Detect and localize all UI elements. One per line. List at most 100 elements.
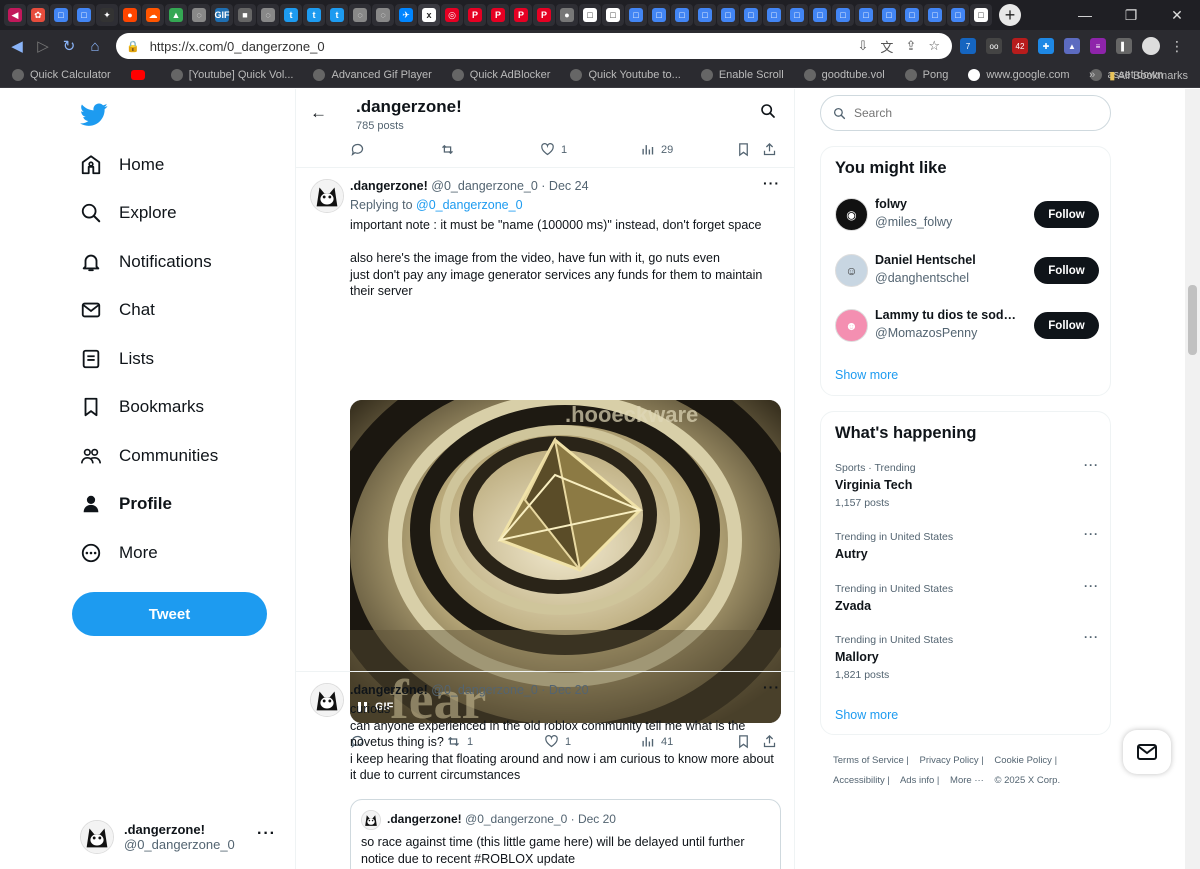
bookmark-post-button[interactable] bbox=[736, 142, 757, 157]
browser-tab[interactable]: ✈ bbox=[395, 4, 417, 26]
browser-tab[interactable]: ● bbox=[119, 4, 141, 26]
close-window-icon[interactable]: ✕ bbox=[1154, 7, 1200, 24]
browser-tab[interactable]: □ bbox=[970, 4, 992, 26]
browser-tab[interactable]: ◌ bbox=[349, 4, 371, 26]
browser-profile-avatar[interactable] bbox=[1142, 37, 1160, 55]
browser-tab[interactable]: P bbox=[533, 4, 555, 26]
messages-drawer-button[interactable] bbox=[1123, 730, 1171, 774]
reload-icon[interactable]: ↻ bbox=[56, 33, 82, 59]
tweet-date[interactable]: · Dec 20 bbox=[541, 683, 588, 697]
browser-tab[interactable]: ◌ bbox=[188, 4, 210, 26]
browser-tab[interactable]: □ bbox=[579, 4, 601, 26]
browser-tab[interactable]: □ bbox=[602, 4, 624, 26]
browser-tab[interactable]: □ bbox=[832, 4, 854, 26]
browser-tab[interactable]: P bbox=[510, 4, 532, 26]
browser-tab[interactable]: □ bbox=[625, 4, 647, 26]
bookmark-item[interactable]: goodtube.vol bbox=[803, 68, 885, 81]
extension-icon[interactable]: 7 bbox=[960, 38, 976, 54]
browser-tab[interactable]: ■ bbox=[234, 4, 256, 26]
browser-tab[interactable]: □ bbox=[763, 4, 785, 26]
back-arrow-icon[interactable]: ◀ bbox=[4, 33, 30, 59]
account-more-icon[interactable]: ··· bbox=[257, 825, 276, 843]
author-handle[interactable]: @0_dangerzone_0 bbox=[431, 683, 538, 697]
bookmark-item[interactable]: [Youtube] Quick Vol... bbox=[170, 68, 293, 81]
like-button[interactable]: 1 bbox=[540, 142, 567, 157]
views-button[interactable]: 29 bbox=[640, 142, 673, 157]
avatar[interactable] bbox=[310, 683, 344, 717]
trend-more-icon[interactable]: ··· bbox=[1084, 458, 1099, 472]
browser-tab[interactable]: ☁ bbox=[142, 4, 164, 26]
suggested-user[interactable]: ☺ Daniel Hentschel @danghentschel Follow bbox=[835, 251, 1099, 291]
browser-tab[interactable]: ● bbox=[556, 4, 578, 26]
translate-icon[interactable]: 文 bbox=[880, 37, 893, 56]
browser-tab[interactable]: □ bbox=[671, 4, 693, 26]
tweet-button[interactable]: Tweet bbox=[72, 592, 267, 636]
extension-icon[interactable]: 42 bbox=[1012, 38, 1028, 54]
search-box[interactable] bbox=[820, 95, 1111, 131]
browser-tab[interactable]: □ bbox=[878, 4, 900, 26]
trend-more-icon[interactable]: ··· bbox=[1084, 527, 1099, 541]
restore-icon[interactable]: ❐ bbox=[1108, 7, 1154, 24]
browser-tab[interactable]: □ bbox=[855, 4, 877, 26]
browser-tab[interactable]: □ bbox=[50, 4, 72, 26]
page-scrollbar[interactable] bbox=[1185, 89, 1200, 869]
browser-tab[interactable]: □ bbox=[947, 4, 969, 26]
extension-icon[interactable]: oo bbox=[986, 38, 1002, 54]
tweet-more-icon[interactable]: ··· bbox=[763, 175, 780, 191]
footer-link[interactable]: More ··· bbox=[950, 775, 984, 786]
browser-tab[interactable]: □ bbox=[694, 4, 716, 26]
bookmark-item[interactable]: Advanced Gif Player bbox=[313, 68, 432, 81]
trend-item[interactable]: Trending in United States Autry ··· bbox=[835, 527, 1099, 561]
browser-tab[interactable]: □ bbox=[648, 4, 670, 26]
bookmark-item[interactable]: www.google.com bbox=[968, 68, 1070, 81]
minimize-icon[interactable]: — bbox=[1062, 7, 1108, 23]
footer-link[interactable]: Cookie Policy | bbox=[994, 755, 1057, 766]
bookmark-item[interactable] bbox=[130, 69, 151, 81]
browser-tab[interactable]: ◌ bbox=[372, 4, 394, 26]
quoted-tweet[interactable]: .dangerzone! @0_dangerzone_0 · Dec 20 so… bbox=[350, 799, 781, 869]
browser-tab[interactable]: □ bbox=[786, 4, 808, 26]
browser-tab[interactable]: ◎ bbox=[441, 4, 463, 26]
nav-lists[interactable]: Lists bbox=[80, 344, 154, 374]
suggested-user[interactable]: ◉ folwy @miles_folwy Follow bbox=[835, 195, 1099, 235]
trend-more-icon[interactable]: ··· bbox=[1084, 630, 1099, 644]
browser-tab[interactable]: x bbox=[418, 4, 440, 26]
bookmark-item[interactable]: Quick Calculator bbox=[12, 68, 111, 81]
author-name[interactable]: .dangerzone! bbox=[350, 683, 428, 697]
all-bookmarks-folder[interactable]: ▮ All Bookmarks bbox=[1109, 69, 1188, 82]
nav-chat[interactable]: Chat bbox=[80, 295, 155, 325]
bookmark-item[interactable]: Quick AdBlocker bbox=[451, 68, 550, 81]
trend-item[interactable]: Trending in United States Mallory 1,821 … bbox=[835, 630, 1099, 681]
browser-tab[interactable]: ✿ bbox=[27, 4, 49, 26]
show-more-link[interactable]: Show more bbox=[835, 368, 898, 382]
browser-tab[interactable]: t bbox=[280, 4, 302, 26]
retweet-button[interactable] bbox=[440, 142, 461, 157]
extension-icon[interactable]: ▲ bbox=[1064, 38, 1080, 54]
search-input[interactable] bbox=[854, 106, 1094, 120]
browser-tab[interactable]: GIF bbox=[211, 4, 233, 26]
forward-arrow-icon[interactable]: ▷ bbox=[30, 33, 56, 59]
nav-home[interactable]: Home bbox=[80, 150, 164, 180]
browser-menu-icon[interactable]: ⋮ bbox=[1170, 38, 1184, 55]
suggested-user[interactable]: ☻ Lammy tu dios te sodomiza @MomazosPenn… bbox=[835, 306, 1099, 346]
browser-tab[interactable]: ▲ bbox=[165, 4, 187, 26]
back-arrow-icon[interactable]: ← bbox=[310, 103, 327, 123]
extension-icon[interactable]: ≡ bbox=[1090, 38, 1106, 54]
share-icon[interactable]: ⇪ bbox=[905, 38, 916, 54]
browser-tab[interactable]: P bbox=[487, 4, 509, 26]
browser-tab[interactable]: □ bbox=[740, 4, 762, 26]
install-icon[interactable]: ⇩ bbox=[858, 38, 869, 54]
account-switcher[interactable]: .dangerzone! @0_dangerzone_0 ··· bbox=[80, 817, 290, 857]
nav-more[interactable]: More bbox=[80, 538, 158, 568]
show-more-link[interactable]: Show more bbox=[835, 708, 898, 722]
star-bookmark-icon[interactable]: ☆ bbox=[928, 38, 940, 54]
scrollbar-thumb[interactable] bbox=[1188, 285, 1197, 355]
nav-notifications[interactable]: Notifications bbox=[80, 247, 212, 277]
address-bar[interactable]: 🔒 https://x.com/0_dangerzone_0 ⇩ 文 ⇪ ☆ bbox=[116, 33, 952, 59]
trend-item[interactable]: Trending in United States Zvada ··· bbox=[835, 579, 1099, 613]
follow-button[interactable]: Follow bbox=[1034, 312, 1099, 339]
trend-item[interactable]: Sports · Trending Virginia Tech 1,157 po… bbox=[835, 458, 1099, 509]
extension-icon[interactable]: ▌ bbox=[1116, 38, 1132, 54]
nav-profile[interactable]: Profile bbox=[80, 489, 172, 519]
tweet-more-icon[interactable]: ··· bbox=[763, 679, 780, 695]
